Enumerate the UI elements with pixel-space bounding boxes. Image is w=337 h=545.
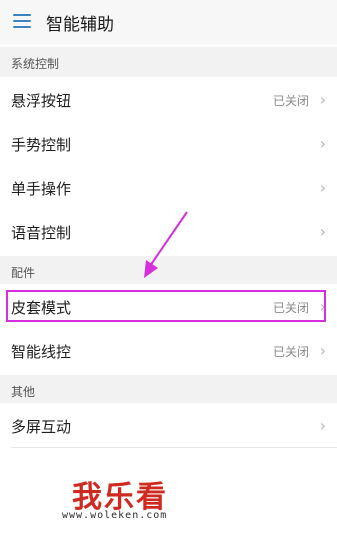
setting-smart-wire-control[interactable]: 智能线控 已关闭 › xyxy=(0,328,337,372)
section-system-control: 系统控制 xyxy=(0,47,337,77)
section-other: 其他 xyxy=(0,375,337,405)
setting-floating-button[interactable]: 悬浮按钮 已关闭 › xyxy=(0,77,337,121)
section-title: 系统控制 xyxy=(11,57,60,71)
setting-status: 已关闭 xyxy=(272,345,309,359)
watermark-url: www.woleken.com xyxy=(62,510,168,521)
chevron-right-icon: › xyxy=(319,416,326,435)
setting-label: 语音控制 xyxy=(11,224,72,242)
chevron-right-icon: › xyxy=(319,178,326,197)
menu-icon[interactable] xyxy=(13,14,31,28)
setting-one-hand-mode[interactable]: 单手操作 › xyxy=(0,165,337,209)
watermark: 我乐看 www.woleken.com xyxy=(62,472,242,532)
setting-multi-screen[interactable]: 多屏互动 › xyxy=(0,403,337,447)
setting-gesture-control[interactable]: 手势控制 › xyxy=(0,121,337,165)
annotation-arrow-icon xyxy=(144,211,188,278)
divider xyxy=(11,447,337,448)
setting-label: 多屏互动 xyxy=(11,418,72,436)
chevron-right-icon: › xyxy=(319,222,326,241)
section-title: 其他 xyxy=(11,385,36,399)
setting-label: 手势控制 xyxy=(11,136,72,154)
chevron-right-icon: › xyxy=(319,134,326,153)
setting-label: 智能线控 xyxy=(11,343,72,361)
chevron-right-icon: › xyxy=(319,341,326,360)
app-header: 智能辅助 xyxy=(0,0,337,44)
annotation-highlight-box xyxy=(6,290,326,322)
setting-label: 单手操作 xyxy=(11,180,72,198)
chevron-right-icon: › xyxy=(319,90,326,109)
section-title: 配件 xyxy=(11,266,36,280)
page-title: 智能辅助 xyxy=(46,15,114,35)
setting-status: 已关闭 xyxy=(272,94,309,108)
setting-label: 悬浮按钮 xyxy=(11,92,72,110)
